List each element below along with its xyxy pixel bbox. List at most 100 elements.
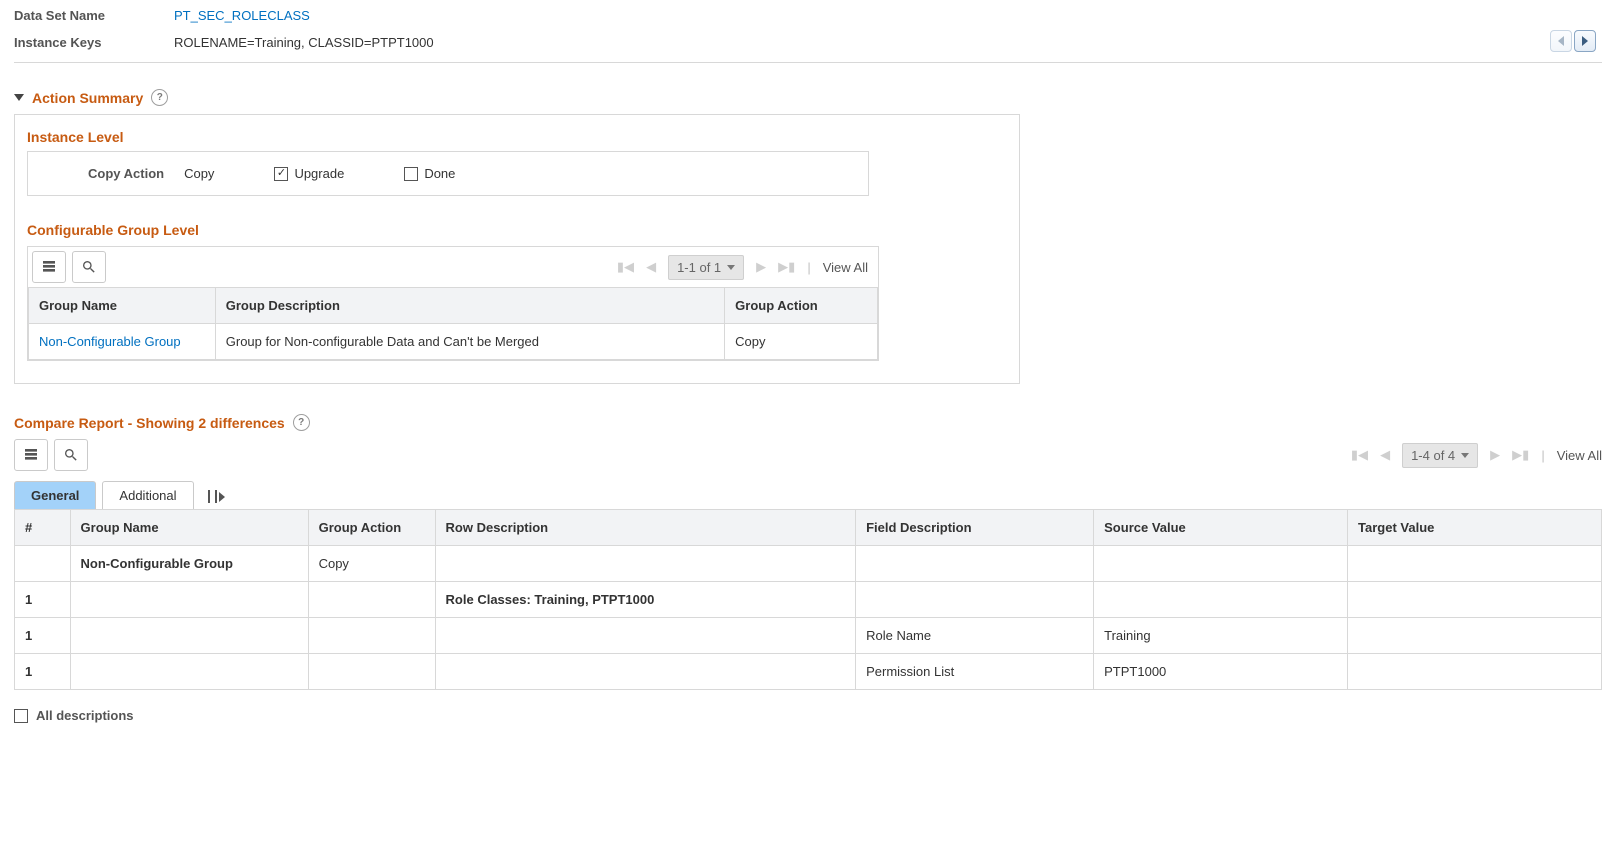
group-action-cell: Copy <box>725 324 878 360</box>
search-icon <box>63 447 79 463</box>
chevron-left-icon <box>1558 36 1564 46</box>
row-range-selector[interactable]: 1-4 of 4 <box>1402 443 1478 468</box>
cell <box>1348 618 1602 654</box>
copy-action-value: Copy <box>184 166 214 181</box>
done-label: Done <box>424 166 455 181</box>
instance-level-box: Copy Action Copy Upgrade Done <box>27 151 869 196</box>
data-set-name-label: Data Set Name <box>14 8 174 23</box>
col-group-name[interactable]: Group Name <box>70 510 308 546</box>
help-icon[interactable]: ? <box>151 89 168 106</box>
action-summary-panel: Instance Level Copy Action Copy Upgrade … <box>14 114 1020 384</box>
cell <box>435 654 856 690</box>
next-page-button[interactable]: ▶ <box>1490 447 1500 463</box>
action-summary-title: Action Summary <box>32 90 143 106</box>
cell: Role Name <box>856 618 1094 654</box>
cell <box>70 582 308 618</box>
cell <box>70 618 308 654</box>
table-row: Non-Configurable Group Group for Non-con… <box>29 324 878 360</box>
col-target-value[interactable]: Target Value <box>1348 510 1602 546</box>
col-source-value[interactable]: Source Value <box>1094 510 1348 546</box>
cell <box>435 546 856 582</box>
checkbox-checked-icon <box>274 167 288 181</box>
copy-action-label: Copy Action <box>88 166 164 181</box>
cell <box>435 618 856 654</box>
instance-keys-value: ROLENAME=Training, CLASSID=PTPT1000 <box>174 35 434 50</box>
all-descriptions-checkbox[interactable] <box>14 709 28 723</box>
collapse-icon <box>14 94 24 101</box>
cell: Training <box>1094 618 1348 654</box>
table-row: 1Permission ListPTPT1000 <box>15 654 1602 690</box>
row-range-text: 1-4 of 4 <box>1411 448 1455 463</box>
help-icon[interactable]: ? <box>293 414 310 431</box>
personalize-grid-button[interactable] <box>32 251 66 283</box>
personalize-grid-button[interactable] <box>14 439 48 471</box>
action-summary-heading[interactable]: Action Summary ? <box>14 89 1602 106</box>
row-range-selector[interactable]: 1-1 of 1 <box>668 255 744 280</box>
cell: 1 <box>15 582 71 618</box>
record-navigator <box>1550 30 1596 52</box>
show-all-columns-button[interactable] <box>200 484 233 509</box>
table-row: 1 Role NameTraining <box>15 618 1602 654</box>
cell <box>70 654 308 690</box>
find-button[interactable] <box>54 439 88 471</box>
row-range-text: 1-1 of 1 <box>677 260 721 275</box>
grid-icon <box>23 447 39 463</box>
cell <box>856 582 1094 618</box>
instance-level-heading: Instance Level <box>27 129 1007 145</box>
prev-page-button[interactable]: ◀ <box>646 259 656 275</box>
col-row-description[interactable]: Row Description <box>435 510 856 546</box>
tab-general[interactable]: General <box>14 481 96 509</box>
group-description-cell: Group for Non-configurable Data and Can'… <box>215 324 724 360</box>
checkbox-empty-icon <box>14 709 28 723</box>
table-row: Non-Configurable GroupCopy <box>15 546 1602 582</box>
prev-record-button[interactable] <box>1550 30 1572 52</box>
find-button[interactable] <box>72 251 106 283</box>
compare-report-title: Compare Report - Showing 2 differences <box>14 415 285 431</box>
cell <box>308 582 435 618</box>
cell <box>856 546 1094 582</box>
cell <box>1348 654 1602 690</box>
prev-page-button[interactable]: ◀ <box>1380 447 1390 463</box>
cell: Permission List <box>856 654 1094 690</box>
col-group-action[interactable]: Group Action <box>725 288 878 324</box>
cell <box>1348 582 1602 618</box>
chevron-down-icon <box>1461 453 1469 458</box>
configurable-group-level-heading: Configurable Group Level <box>27 222 1007 238</box>
cell <box>1094 582 1348 618</box>
first-page-button[interactable]: ▮◀ <box>617 259 634 275</box>
group-name-link[interactable]: Non-Configurable Group <box>39 334 181 349</box>
next-record-button[interactable] <box>1574 30 1596 52</box>
last-page-button[interactable]: ▶▮ <box>1512 447 1529 463</box>
col-group-action[interactable]: Group Action <box>308 510 435 546</box>
cell: 1 <box>15 618 71 654</box>
next-page-button[interactable]: ▶ <box>756 259 766 275</box>
columns-icon <box>208 490 217 503</box>
all-descriptions-label: All descriptions <box>36 708 134 723</box>
view-all-link[interactable]: View All <box>823 260 868 275</box>
cell: Non-Configurable Group <box>70 546 308 582</box>
compare-report-grid: # Group Name Group Action Row Descriptio… <box>14 509 1602 690</box>
first-page-button[interactable]: ▮◀ <box>1351 447 1368 463</box>
last-page-button[interactable]: ▶▮ <box>778 259 795 275</box>
table-row: 1 Role Classes: Training, PTPT1000 <box>15 582 1602 618</box>
col-group-name[interactable]: Group Name <box>29 288 216 324</box>
cell: Copy <box>308 546 435 582</box>
cell: PTPT1000 <box>1094 654 1348 690</box>
tab-additional[interactable]: Additional <box>102 481 193 509</box>
expand-right-icon <box>219 492 225 502</box>
col-num[interactable]: # <box>15 510 71 546</box>
checkbox-empty-icon <box>404 167 418 181</box>
cell <box>1348 546 1602 582</box>
chevron-down-icon <box>727 265 735 270</box>
col-field-description[interactable]: Field Description <box>856 510 1094 546</box>
cell <box>308 618 435 654</box>
upgrade-checkbox[interactable]: Upgrade <box>274 166 344 181</box>
done-checkbox[interactable]: Done <box>404 166 455 181</box>
grid-icon <box>41 259 57 275</box>
group-level-grid: Group Name Group Description Group Actio… <box>28 287 878 360</box>
view-all-link[interactable]: View All <box>1557 448 1602 463</box>
cell: Role Classes: Training, PTPT1000 <box>435 582 856 618</box>
col-group-description[interactable]: Group Description <box>215 288 724 324</box>
cell <box>308 654 435 690</box>
data-set-name-link[interactable]: PT_SEC_ROLECLASS <box>174 8 310 23</box>
